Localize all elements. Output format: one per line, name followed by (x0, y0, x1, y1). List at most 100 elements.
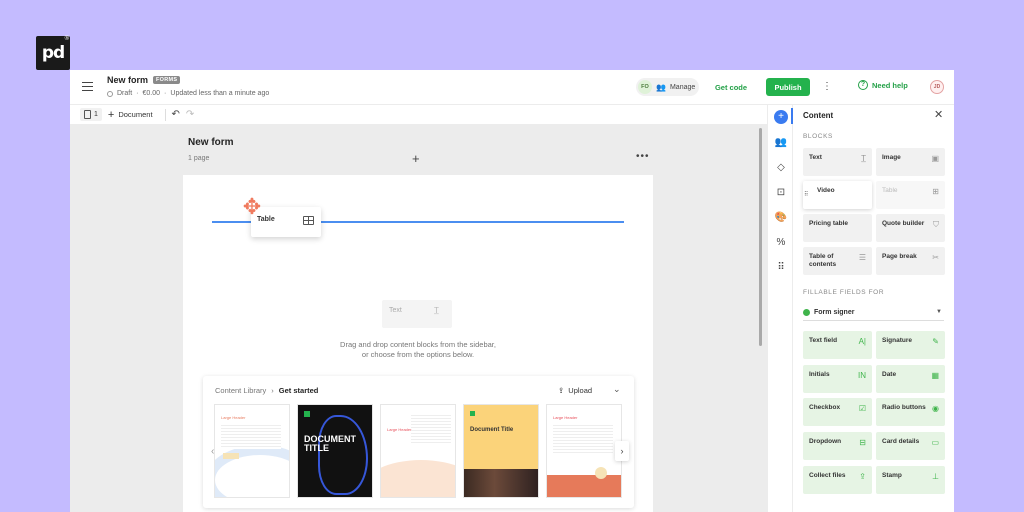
ghost-text-block: Text T̲ (382, 300, 452, 328)
draft-status-icon (107, 90, 113, 97)
editor-toolbar: 1 + Document ↶ ↷ (70, 105, 767, 125)
field-text[interactable]: Text field A| (803, 331, 872, 359)
content-library-panel: Content Library › Get started ⇪ Upload ⌄… (203, 376, 634, 508)
block-text[interactable]: Text T̲ (803, 148, 872, 176)
content-panel: Content ✕ BLOCKS Text T̲ Image ▣ ⠿ Video… (793, 105, 954, 512)
field-signature[interactable]: Signature ✎ (876, 331, 945, 359)
block-table-of-contents[interactable]: Table of contents ☰ (803, 247, 872, 275)
updated-text: Updated less than a minute ago (170, 90, 270, 97)
chevron-right-icon: › (271, 386, 274, 395)
breadcrumb-current: Get started (278, 386, 319, 395)
calendar-icon: ▦ (931, 371, 939, 380)
breadcrumb-root[interactable]: Content Library (215, 386, 266, 395)
add-document-button[interactable]: + Document (107, 108, 153, 121)
app-window: New form FORMS Draft · €0.00 · Updated l… (70, 70, 954, 512)
top-header: New form FORMS Draft · €0.00 · Updated l… (70, 70, 954, 105)
caret-down-icon: ▼ (936, 309, 942, 315)
carousel-next-icon[interactable]: › (615, 441, 629, 461)
list-icon: ☰ (858, 253, 866, 262)
block-image[interactable]: Image ▣ (876, 148, 945, 176)
add-content-icon[interactable]: + (774, 110, 788, 124)
manage-collaborators-button[interactable]: FO 👥 Manage (636, 78, 699, 96)
thumbnail-title: Large Header (553, 415, 578, 420)
redo-icon[interactable]: ↷ (186, 109, 194, 120)
document-title[interactable]: New form (107, 75, 148, 85)
hint-line-2: or choose from the options below. (361, 350, 475, 359)
blocks-heading: BLOCKS (803, 133, 833, 140)
card-icon: ▭ (931, 438, 939, 447)
table-icon: ⊞ (932, 187, 939, 196)
panel-title: Content (803, 111, 834, 120)
block-video[interactable]: ⠿ Video (803, 181, 872, 209)
move-cursor-icon: ✥ (242, 194, 262, 219)
block-page-break[interactable]: Page break ✂ (876, 247, 945, 275)
close-icon[interactable]: ✕ (934, 108, 943, 121)
quote-builder-icon: ⛉ (933, 220, 939, 229)
more-options-icon[interactable]: ⋮ (822, 80, 832, 94)
signer-color-dot (803, 309, 810, 316)
apps-grid-icon[interactable]: ⠿ (774, 261, 788, 275)
template-thumbnail[interactable]: DOCUMENT TITLE (297, 404, 373, 498)
template-thumbnail[interactable]: Document Title (463, 404, 539, 498)
page-count-button[interactable]: 1 (80, 108, 102, 121)
canvas-scrollbar[interactable] (759, 128, 762, 346)
radio-icon: ◉ (932, 404, 939, 413)
page-options-icon[interactable]: ••• (636, 151, 650, 162)
template-thumbnail[interactable]: Large Header (380, 404, 456, 498)
checkbox-icon: ☑ (858, 404, 866, 413)
pen-icon: ✎ (932, 337, 939, 346)
ghost-block-label: Text (389, 307, 402, 314)
field-radio-buttons[interactable]: Radio buttons ◉ (876, 398, 945, 426)
field-initials[interactable]: Initials IN (803, 365, 872, 393)
field-date[interactable]: Date ▦ (876, 365, 945, 393)
thumbnail-title: DOCUMENT TITLE (304, 434, 356, 453)
people-icon: 👥 (656, 82, 666, 92)
field-card-details[interactable]: Card details ▭ (876, 432, 945, 460)
add-page-icon[interactable]: + (412, 151, 420, 166)
drag-handle-icon[interactable]: ⠿ (804, 191, 808, 198)
percent-icon[interactable]: % (774, 236, 788, 250)
library-breadcrumb: Content Library › Get started (215, 386, 318, 395)
undo-icon[interactable]: ↶ (172, 109, 180, 120)
document-page[interactable]: Table ✥ Text T̲ Drag and drop content bl… (183, 175, 653, 512)
upload-icon: ⇪ (558, 386, 565, 395)
template-thumbnail[interactable]: Large Header (214, 404, 290, 498)
signer-name: Form signer (814, 309, 855, 316)
template-thumbnail[interactable]: Large Header (546, 404, 622, 498)
initials-icon: IN (858, 371, 866, 380)
design-palette-icon[interactable]: 🎨 (774, 211, 788, 225)
text-icon: T̲ (861, 154, 866, 163)
block-table[interactable]: Table ⊞ (876, 181, 945, 209)
need-help-button[interactable]: ? Need help (858, 80, 908, 90)
plus-icon: + (107, 108, 115, 121)
collapse-chevron-icon[interactable]: ⌄ (613, 384, 621, 395)
collaborator-avatar: FO (638, 80, 652, 94)
hint-line-1: Drag and drop content blocks from the si… (340, 340, 496, 349)
field-dropdown[interactable]: Dropdown ⊟ (803, 432, 872, 460)
variables-icon[interactable]: ⊡ (774, 186, 788, 200)
question-icon: ? (858, 80, 868, 90)
recipients-icon[interactable]: 👥 (774, 136, 788, 150)
field-collect-files[interactable]: Collect files ⇪ (803, 466, 872, 494)
table-icon (303, 216, 314, 225)
add-document-label: Document (118, 110, 153, 119)
publish-button[interactable]: Publish (766, 78, 810, 96)
user-avatar[interactable]: JD (930, 80, 944, 94)
block-quote-builder[interactable]: Quote builder ⛉ (876, 214, 945, 242)
signer-select[interactable]: Form signer ▼ (803, 305, 944, 321)
sidebar-icon-rail: + 👥 ◇ ⊡ 🎨 % ⠿ (767, 105, 793, 512)
block-pricing-table[interactable]: Pricing table (803, 214, 872, 242)
text-icon: T̲ (434, 306, 439, 315)
hamburger-menu-icon[interactable] (82, 82, 93, 91)
get-code-button[interactable]: Get code (706, 78, 756, 96)
stamp-icon: ⊥ (932, 472, 939, 481)
page-icon (84, 110, 91, 119)
manage-label: Manage (669, 83, 696, 91)
shapes-icon[interactable]: ◇ (774, 161, 788, 175)
field-stamp[interactable]: Stamp ⊥ (876, 466, 945, 494)
page-count: 1 (94, 111, 98, 118)
upload-button[interactable]: ⇪ Upload (558, 386, 592, 395)
thumbnail-title: Large Header (387, 427, 412, 432)
upload-icon: ⇪ (859, 472, 866, 481)
field-checkbox[interactable]: Checkbox ☑ (803, 398, 872, 426)
